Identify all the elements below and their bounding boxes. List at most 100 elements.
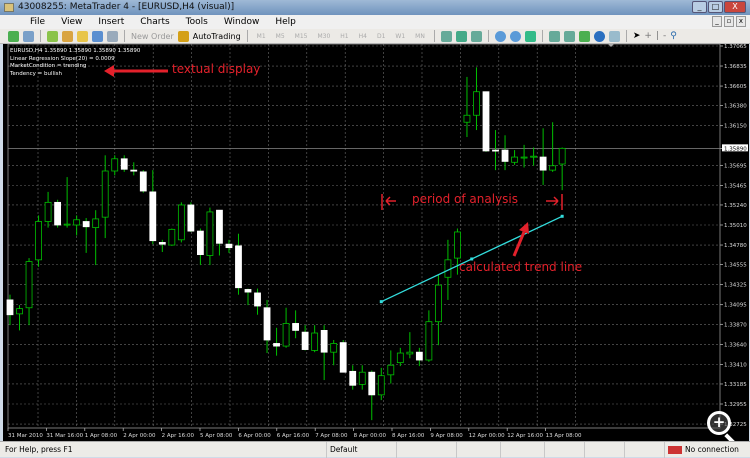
price-label: 1.36835 [724,64,747,70]
candle-bull [558,147,566,165]
ohlc-readout: EURUSD,H4 1.35890 1.35890 1.35890 1.3589… [10,48,141,54]
candle-bull [111,158,119,172]
price-label: 1.36605 [724,84,747,90]
candle-bear [139,171,147,192]
candle-bull [387,364,395,376]
price-label: 1.33410 [724,362,747,368]
time-label: 7 Apr 08:00 [315,433,348,439]
time-label: 1 Apr 08:00 [85,433,118,439]
annotation-period-of-analysis: period of analysis [412,192,519,206]
price-label: 1.35240 [724,203,747,209]
candle-bull [473,91,480,116]
time-label: 9 Apr 08:00 [430,433,463,439]
time-label: 8 Apr 16:00 [392,433,425,439]
market-condition: MarketCondition = trending [10,63,87,69]
candle-bull [549,165,557,171]
price-label: 1.35465 [724,183,747,189]
candle-bear [415,351,423,361]
candle-bear [196,230,204,256]
candle-bear [149,191,157,242]
price-label: 1.35695 [724,163,747,169]
price-label: 1.34555 [724,263,747,269]
connection-text: No connection [685,445,739,454]
candle-bull [16,308,23,315]
candle-bull [434,284,442,323]
chart-shift-marker [608,44,614,47]
candle-bear [216,209,223,244]
time-label: 12 Apr 16:00 [507,433,543,439]
price-label: 1.34325 [724,283,747,289]
status-bar: For Help, press F1 Default No connection [0,441,750,458]
candle-bull [101,170,109,218]
candle-bear [6,299,14,316]
price-label: 1.37065 [724,44,747,50]
price-label: 1.33640 [724,342,747,348]
connection-status: No connection [664,442,750,458]
status-cell [584,442,624,458]
candle-bear [492,149,499,152]
time-label: 13 Apr 08:00 [546,433,582,439]
profile-name: Default [326,442,396,458]
time-label: 6 Apr 00:00 [238,433,271,439]
chart-info-panel: EURUSD,H4 1.35890 1.35890 1.35890 1.3589… [10,48,140,78]
candle-bull [396,352,404,364]
candle-bull [463,114,471,123]
tendency: Tendency = bullish [10,70,62,77]
candle-bear [368,371,376,396]
annotation-trend-line: calculated trend line [459,260,583,274]
price-label: 1.33185 [724,382,747,388]
candle-bear [130,169,138,172]
time-label: 31 Mar 16:00 [46,433,83,439]
connection-icon [668,446,682,454]
candle-bear [82,221,90,228]
price-label: 1.36150 [724,124,747,130]
trend-line-anchor [560,214,564,218]
price-label: 1.34780 [724,243,747,249]
price-label: 1.36380 [724,104,747,110]
price-label: 1.32955 [724,402,747,408]
candle-bear [263,307,271,341]
time-label: 6 Apr 16:00 [277,433,310,439]
candle-bull [377,375,385,396]
candle-bull [73,219,81,226]
candle-bear [254,292,261,307]
candle-bear [158,242,166,245]
status-cell [500,442,544,458]
time-label: 2 Apr 00:00 [123,433,156,439]
status-cell [624,442,664,458]
candle-bear [339,342,347,373]
candle-bull [25,261,33,309]
arrow-trend-line [512,231,526,257]
candle-bear [187,204,195,232]
time-label: 2 Apr 16:00 [162,433,195,439]
help-text: For Help, press F1 [5,445,73,454]
status-cell [544,442,584,458]
candle-bear [235,245,242,289]
price-label: 1.33870 [724,322,747,328]
trend-line-anchor [379,300,383,304]
status-cell [396,442,456,458]
candle-bear [292,323,300,331]
candle-bull [92,218,100,229]
candle-bull [406,351,414,355]
time-label: 5 Apr 08:00 [200,433,233,439]
magnifier-icon[interactable]: + [707,411,731,435]
candle-bull [206,211,214,256]
candle-bull [454,231,461,259]
candle-bear [54,201,61,226]
candle-bull [44,201,52,222]
time-label: 8 Apr 00:00 [354,433,387,439]
candle-bear [320,330,328,353]
candle-bull [530,155,537,158]
candle-bear [273,343,280,347]
candle-bull [520,156,528,159]
price-label: 1.35890 [724,146,747,152]
candle-bear [501,149,509,162]
candle-bull [511,156,518,163]
candle-bull [35,221,42,261]
candle-bull [311,332,319,351]
candle-bear [244,289,252,293]
time-label: 12 Apr 00:00 [469,433,505,439]
price-label: 1.35010 [724,223,747,229]
regression-slope: Linear Regression Slope(20) = 0.0009 [10,55,115,62]
